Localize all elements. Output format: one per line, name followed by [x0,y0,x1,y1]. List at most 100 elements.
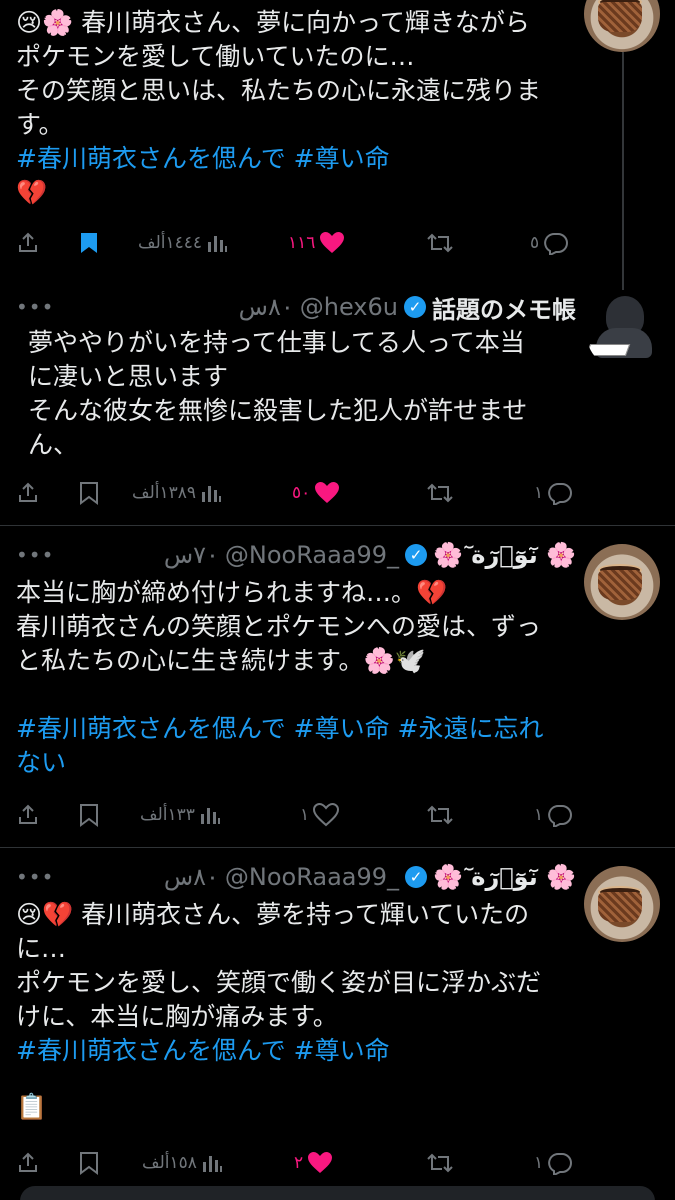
retweet-button[interactable] [426,226,454,260]
views-button[interactable]: ١٤٤٤ألف [134,226,228,260]
tweet-body: 😢🌸 春川萌衣さん、夢に向かって輝きながら ポケモンを愛して働いていたのに… そ… [16,6,576,210]
avatar[interactable] [584,0,660,52]
heart-filled-icon [308,1152,333,1173]
views-button[interactable]: ١٣٣ألف [136,798,221,832]
views-button[interactable]: ١٥٨ألف [138,1146,223,1180]
hashtags[interactable]: #春川萌衣さんを偲んで #尊い命 [16,142,576,176]
retweet-button[interactable] [426,798,454,832]
bookmark-button[interactable] [78,476,100,510]
verified-badge-icon: ✓ [405,544,428,566]
handle[interactable]: @NooRaaa99_ [225,863,399,891]
display-name[interactable]: 話題のメモ帳 [432,290,576,325]
replies-count: ٥ [530,233,540,253]
share-icon [19,1152,37,1172]
retweet-icon [427,805,453,825]
bookmark-icon [80,482,98,505]
bookmark-button[interactable] [78,226,100,260]
handle[interactable]: @NooRaaa99_ [225,541,399,569]
timestamp: ٧٠س [163,541,219,569]
views-count: ١٤٤٤ألف [138,233,203,253]
share-icon [19,804,37,824]
heart-filled-icon [315,482,340,503]
tweet-body: 夢ややりがいを持って仕事してる人って本当 に凄いと思います そんな彼女を無惨に殺… [28,328,528,459]
like-button[interactable]: ١ [296,798,340,832]
views-count: ١٣٨٩ألف [132,483,197,503]
tweet-1[interactable]: 😢🌸 春川萌衣さん、夢に向かって輝きながら ポケモンを愛して働いていたのに… そ… [0,0,675,270]
like-button[interactable]: ٥٠ [288,476,340,510]
action-bar: ١٤٤٤ألف ١١٦ ٥ [0,226,675,260]
tweet-body: 本当に胸が締め付けられますね…。💔 春川萌衣さんの笑顔とポケモンへの愛は、ずっ … [16,576,576,780]
hashtags[interactable]: #春川萌衣さんを偲んで #尊い命 #永遠に忘れ ない [16,712,576,780]
more-options-button[interactable]: ••• [16,295,54,319]
verified-badge-icon: ✓ [404,296,426,318]
tweet-header: ••• ٧٠س @NooRaaa99_ ✓ 🌸 ٓنٓوٓ٘رٓة 🌸 [16,538,576,572]
tweet-4[interactable]: ••• ٨٠س @NooRaaa99_ ✓ 🌸 ٓنٓوٓ٘رٓة 🌸 😢💔 春… [0,848,675,1188]
views-icon [202,486,222,502]
share-icon [19,482,37,502]
broken-heart-emoji: 💔 [16,178,48,207]
views-button[interactable]: ١٣٨٩ألف [128,476,222,510]
likes-count: ٥٠ [292,483,311,503]
reply-button[interactable]: ١ [530,476,573,510]
more-options-button[interactable]: ••• [16,543,54,567]
heart-icon [313,803,340,827]
views-icon [208,236,228,252]
share-button[interactable] [16,1146,40,1180]
action-bar: ١٥٨ألف ٢ ١ [0,1146,675,1180]
handle[interactable]: @hex6u [300,293,398,321]
likes-count: ٢ [294,1153,304,1173]
avatar[interactable] [586,294,662,370]
reply-icon [544,233,569,255]
reply-icon [548,1153,573,1175]
views-icon [202,1156,222,1172]
clipboard-emoji: 📋 [16,1092,48,1121]
timestamp: ٨٠س [238,293,294,321]
bookmark-button[interactable] [78,798,100,832]
display-name[interactable]: 🌸 ٓنٓوٓ٘رٓة 🌸 [433,863,576,891]
reply-compose-bar[interactable] [20,1186,655,1200]
reply-icon [548,483,573,505]
avatar[interactable] [584,866,660,942]
heart-filled-icon [320,232,345,253]
bookmark-filled-icon [81,233,97,253]
bookmark-icon [80,804,98,827]
like-button[interactable]: ١١٦ [284,226,345,260]
retweet-icon [427,1153,453,1173]
replies-count: ١ [534,483,544,503]
timestamp: ٨٠س [163,863,219,891]
hashtags[interactable]: #春川萌衣さんを偲んで #尊い命 [16,1034,576,1068]
action-bar: ١٣٨٩ألف ٥٠ ١ [0,476,675,510]
replies-count: ١ [534,805,544,825]
tweet-header: ••• ٨٠س @hex6u ✓ 話題のメモ帳 [16,290,576,324]
more-options-button[interactable]: ••• [16,865,54,889]
views-count: ١٥٨ألف [142,1153,197,1173]
tweet-2[interactable]: ••• ٨٠س @hex6u ✓ 話題のメモ帳 夢ややりがいを持って仕事してる人… [0,280,675,524]
retweet-button[interactable] [426,1146,454,1180]
share-icon [19,232,37,252]
tweet-header: ••• ٨٠س @NooRaaa99_ ✓ 🌸 ٓنٓوٓ٘رٓة 🌸 [16,860,576,894]
share-button[interactable] [16,226,40,260]
tweet-3[interactable]: ••• ٧٠س @NooRaaa99_ ✓ 🌸 ٓنٓوٓ٘رٓة 🌸 本当に胸… [0,526,675,846]
avatar[interactable] [584,544,660,620]
reply-icon [548,805,573,827]
like-button[interactable]: ٢ [290,1146,333,1180]
action-bar: ١٣٣ألف ١ ١ [0,798,675,832]
reply-button[interactable]: ١ [530,798,573,832]
verified-badge-icon: ✓ [405,866,428,888]
bookmark-icon [80,1152,98,1175]
retweet-button[interactable] [426,476,454,510]
likes-count: ١ [300,805,310,825]
views-icon [200,808,220,824]
likes-count: ١١٦ [288,233,316,253]
display-name[interactable]: 🌸 ٓنٓوٓ٘رٓة 🌸 [433,541,576,569]
share-button[interactable] [16,798,40,832]
share-button[interactable] [16,476,40,510]
replies-count: ١ [534,1153,544,1173]
tweet-body: 😢💔 春川萌衣さん、夢を持って輝いていたの に… ポケモンを愛し、笑顔で働く姿が… [16,898,576,1124]
bookmark-button[interactable] [78,1146,100,1180]
retweet-icon [427,233,453,253]
views-count: ١٣٣ألف [140,805,195,825]
reply-button[interactable]: ١ [530,1146,573,1180]
retweet-icon [427,483,453,503]
reply-button[interactable]: ٥ [526,226,569,260]
